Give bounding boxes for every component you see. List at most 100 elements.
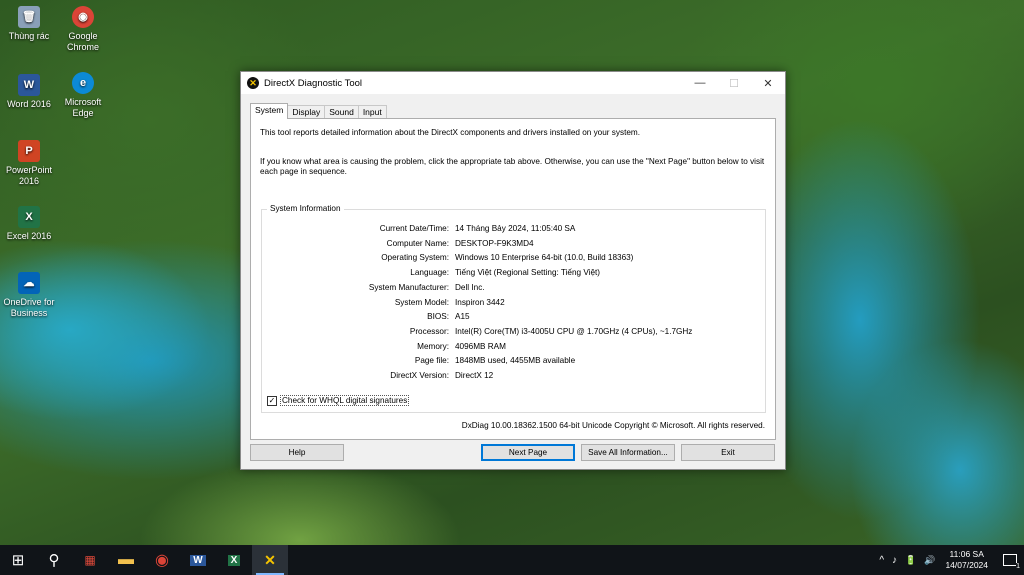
help-button[interactable]: Help <box>250 444 344 461</box>
taskbar-excel[interactable]: X <box>216 545 252 575</box>
info-value: 4096MB RAM <box>455 341 506 351</box>
notifications-button[interactable]: 1 <box>996 545 1024 575</box>
save-all-information-button[interactable]: Save All Information... <box>581 444 675 461</box>
chrome-icon: ◉ <box>72 6 94 28</box>
directx-app-icon: ✕ <box>247 77 259 89</box>
desktop-icon-label: Thùng rác <box>8 31 50 41</box>
info-row-language: Language: Tiếng Việt (Regional Setting: T… <box>262 266 765 279</box>
word-icon: W <box>18 74 40 96</box>
desktop-icon-label: Microsoft Edge <box>64 97 102 118</box>
search-button[interactable]: ⚲ <box>36 545 72 575</box>
desktop-icon-recycle-bin[interactable]: 🗑 Thùng rác <box>0 6 58 42</box>
minimize-button[interactable]: — <box>683 72 717 94</box>
copyright-text: DxDiag 10.00.18362.1500 64-bit Unicode C… <box>461 421 765 430</box>
clock-time: 11:06 SA <box>949 549 984 559</box>
tab-display[interactable]: Display <box>287 105 326 119</box>
clock-date: 14/07/2024 <box>945 560 988 570</box>
desktop-icon-onedrive[interactable]: ☁ OneDrive for Business <box>0 272 58 319</box>
exit-button[interactable]: Exit <box>681 444 775 461</box>
directx-icon: ✕ <box>264 551 276 568</box>
maximize-icon: ☐ <box>729 77 739 90</box>
desktop-icon-google-chrome[interactable]: ◉ Google Chrome <box>54 6 112 53</box>
taskbar-directx[interactable]: ✕ <box>252 545 288 575</box>
desktop-icon-label: OneDrive for Business <box>3 297 55 318</box>
intro-text: This tool reports detailed information a… <box>260 128 640 137</box>
minimize-icon: — <box>694 77 706 89</box>
tab-strip: System Display Sound Input <box>250 103 387 119</box>
audio-device-icon[interactable]: ♪ <box>892 555 897 566</box>
taskbar: ⊞ ⚲ ▦ ▬ ◉ W X ✕ ^ ♪ 🔋 🔊 11:06 SA 14/07/2… <box>0 545 1024 575</box>
info-row-processor: Processor: Intel(R) Core(TM) i3-4005U CPU… <box>262 325 765 338</box>
chrome-icon: ◉ <box>155 552 169 569</box>
volume-icon[interactable]: 🔊 <box>924 555 935 566</box>
excel-icon: X <box>18 206 40 228</box>
tab-input[interactable]: Input <box>357 105 387 119</box>
info-row-memory: Memory: 4096MB RAM <box>262 340 765 353</box>
whql-checkbox-label: Check for WHQL digital signatures <box>280 395 410 406</box>
info-label: Memory: <box>417 341 449 351</box>
info-row-os: Operating System: Windows 10 Enterprise 6… <box>262 251 765 264</box>
info-label: Processor: <box>409 326 449 336</box>
search-icon: ⚲ <box>48 552 60 569</box>
info-row-bios: BIOS: A15 <box>262 310 765 323</box>
info-value: Windows 10 Enterprise 64-bit (10.0, Buil… <box>455 253 634 263</box>
system-tab-panel: This tool reports detailed information a… <box>250 118 776 440</box>
desktop-icon-excel[interactable]: X Excel 2016 <box>0 206 58 242</box>
info-row-computer-name: Computer Name: DESKTOP-F9K3MD4 <box>262 237 765 250</box>
powerpoint-icon: P <box>18 140 40 162</box>
system-tray: ^ ♪ 🔋 🔊 11:06 SA 14/07/2024 1 <box>875 545 1024 575</box>
info-label: DirectX Version: <box>390 371 449 380</box>
info-value: 1848MB used, 4455MB available <box>455 356 576 366</box>
dxdiag-window: ✕ DirectX Diagnostic Tool — ☐ ✕ System D… <box>240 71 786 470</box>
info-value: 14 Tháng Bảy 2024, 11:05:40 SA <box>455 224 576 233</box>
recycle-bin-icon: 🗑 <box>18 6 40 28</box>
system-information-group: System Information Current Date/Time: 14 … <box>261 204 766 413</box>
info-label: Page file: <box>414 356 449 366</box>
desktop-icon-label: Word 2016 <box>7 99 51 109</box>
info-value: Intel(R) Core(TM) i3-4005U CPU @ 1.70GHz… <box>455 326 693 336</box>
start-button[interactable]: ⊞ <box>0 545 36 575</box>
info-label: System Manufacturer: <box>368 282 449 292</box>
next-page-button[interactable]: Next Page <box>481 444 575 461</box>
desktop-icon-powerpoint[interactable]: P PowerPoint 2016 <box>0 140 58 187</box>
whql-checkbox[interactable]: ✓ Check for WHQL digital signatures <box>267 395 410 406</box>
close-icon: ✕ <box>763 77 773 90</box>
info-row-datetime: Current Date/Time: 14 Tháng Bảy 2024, 11:… <box>262 222 765 235</box>
window-title: DirectX Diagnostic Tool <box>264 77 363 89</box>
clock[interactable]: 11:06 SA 14/07/2024 <box>945 549 988 571</box>
info-value: DirectX 12 <box>455 371 494 380</box>
battery-icon[interactable]: 🔋 <box>905 555 916 566</box>
notification-count: 1 <box>1016 563 1020 570</box>
onedrive-icon: ☁ <box>18 272 40 294</box>
notifications-icon <box>1003 554 1017 566</box>
info-row-directx-version: DirectX Version: DirectX 12 <box>262 369 765 382</box>
tab-sound[interactable]: Sound <box>324 105 359 119</box>
edge-icon: e <box>72 72 94 94</box>
title-bar[interactable]: ✕ DirectX Diagnostic Tool — ☐ ✕ <box>241 72 785 94</box>
info-value: Tiếng Việt (Regional Setting: Tiếng Việt… <box>455 268 601 278</box>
info-label: Language: <box>410 268 449 278</box>
group-title: System Information <box>267 204 344 213</box>
info-row-model: System Model: Inspiron 3442 <box>262 296 765 309</box>
taskbar-chrome[interactable]: ◉ <box>144 545 180 575</box>
taskbar-word[interactable]: W <box>180 545 216 575</box>
close-button[interactable]: ✕ <box>751 72 785 94</box>
info-value: Inspiron 3442 <box>455 297 505 307</box>
info-row-manufacturer: System Manufacturer: Dell Inc. <box>262 281 765 294</box>
desktop-icon-label: Excel 2016 <box>6 231 52 241</box>
desktop-icon-label: PowerPoint 2016 <box>5 165 53 186</box>
desktop-icon-word[interactable]: W Word 2016 <box>0 74 58 110</box>
info-label: Operating System: <box>381 253 449 263</box>
info-value: A15 <box>455 312 470 322</box>
checkbox-check-icon: ✓ <box>267 395 277 406</box>
info-value: DESKTOP-F9K3MD4 <box>455 238 534 248</box>
taskbar-file-explorer[interactable]: ▬ <box>108 545 144 575</box>
tab-system[interactable]: System <box>250 103 289 119</box>
word-icon: W <box>190 554 206 566</box>
show-hidden-icons-icon[interactable]: ^ <box>879 555 884 566</box>
info-label: Current Date/Time: <box>379 224 449 233</box>
taskbar-app-red[interactable]: ▦ <box>72 545 108 575</box>
windows-logo-icon: ⊞ <box>11 552 25 569</box>
desktop-icon-edge[interactable]: e Microsoft Edge <box>54 72 112 119</box>
maximize-button[interactable]: ☐ <box>717 72 751 94</box>
